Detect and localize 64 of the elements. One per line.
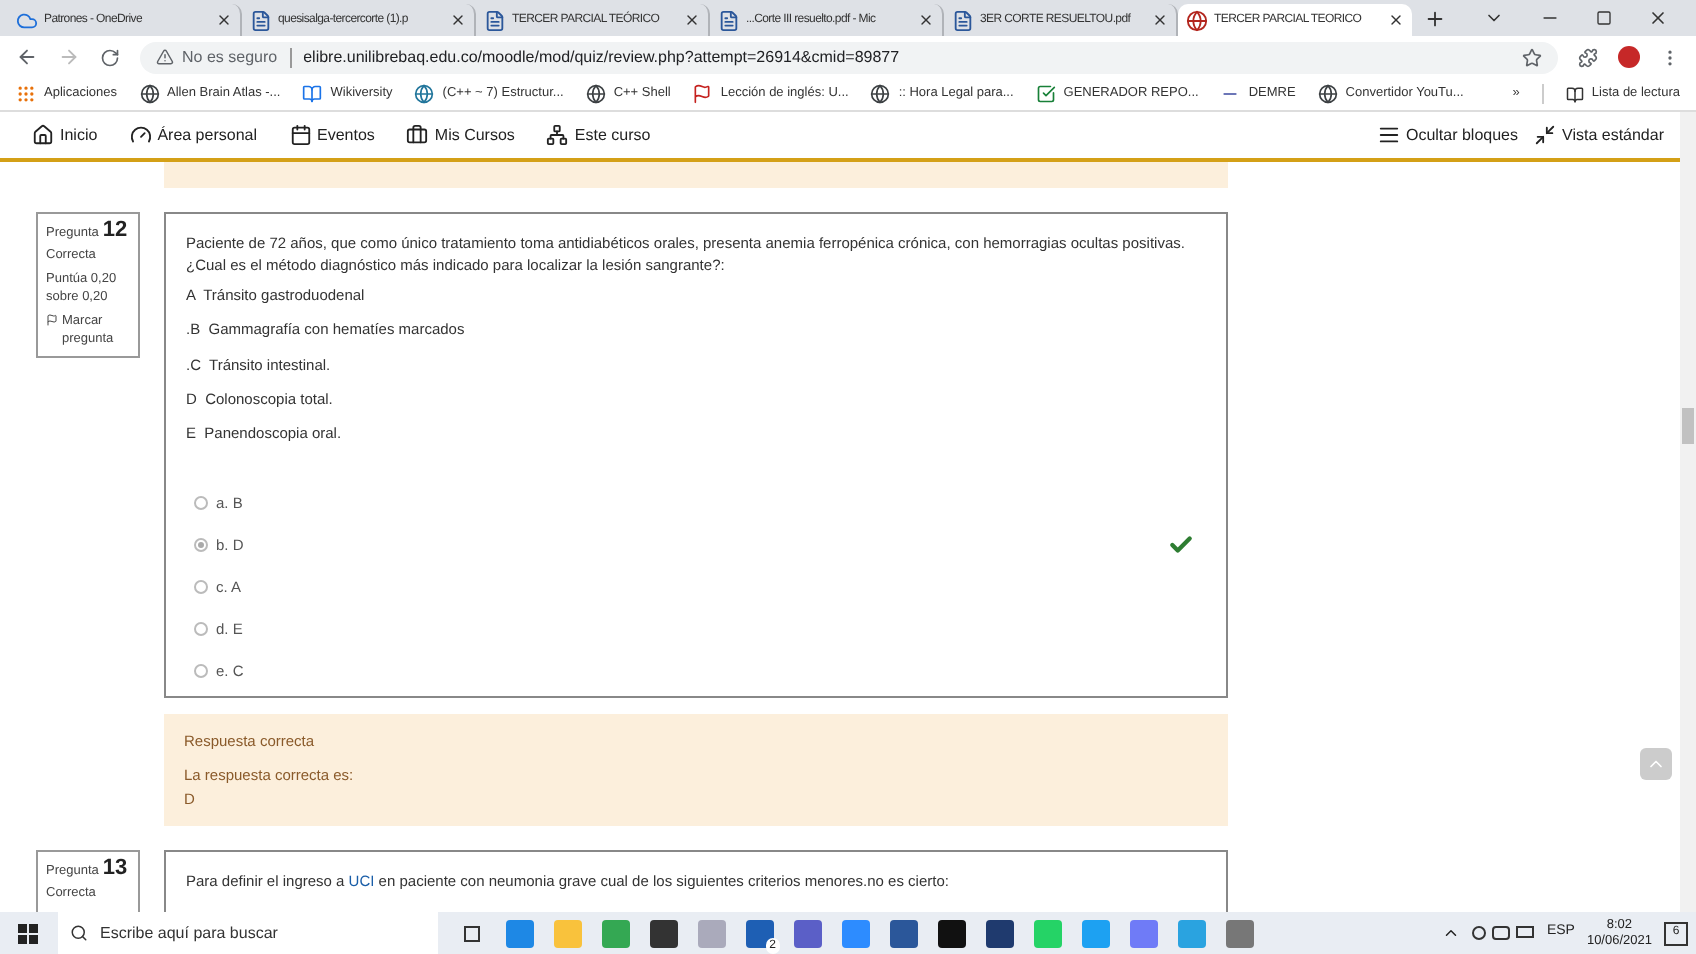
- close-icon[interactable]: [1152, 12, 1168, 28]
- tray-icons[interactable]: [1472, 926, 1535, 940]
- document-icon: [250, 9, 272, 31]
- radio-button[interactable]: [194, 495, 208, 510]
- url-text: elibre.unilibrebaq.edu.co/moodle/mod/quiz/review.php?attempt=26914&cmid=89877: [303, 45, 900, 69]
- maximize-icon[interactable]: [1596, 10, 1612, 26]
- list-icon: [1377, 124, 1400, 146]
- globe-icon: [870, 84, 891, 104]
- close-icon[interactable]: [216, 12, 232, 28]
- home-icon: [32, 124, 54, 146]
- flag-icon: [46, 314, 58, 326]
- close-window-icon[interactable]: [1648, 8, 1668, 28]
- globe-icon: [585, 84, 606, 104]
- app-icon[interactable]: [1226, 919, 1254, 947]
- briefcase-icon: [406, 124, 429, 146]
- gauge-icon: [129, 124, 152, 146]
- document-icon: [718, 9, 740, 31]
- warning-icon: [156, 48, 174, 66]
- globe-icon: [414, 84, 435, 104]
- close-icon[interactable]: [684, 12, 700, 28]
- globe-icon: [1317, 84, 1338, 104]
- radio-button[interactable]: [194, 579, 208, 594]
- book-icon: [1565, 85, 1584, 103]
- check-icon: [1035, 84, 1056, 104]
- shrink-icon: [1534, 124, 1556, 146]
- flag-icon: [692, 84, 713, 104]
- question-number: 13: [102, 859, 128, 877]
- globe-icon: [139, 84, 159, 104]
- nav-link[interactable]: Ocultar bloques: [1377, 123, 1518, 147]
- close-icon[interactable]: [1388, 12, 1404, 28]
- security-label: No es seguro: [182, 45, 278, 69]
- nav-link[interactable]: Área personal: [129, 123, 257, 147]
- windows-logo-icon[interactable]: [18, 923, 38, 943]
- scrollbar[interactable]: [1680, 112, 1696, 912]
- nav-link[interactable]: Vista estándar: [1534, 123, 1664, 147]
- avatar[interactable]: [1618, 46, 1640, 68]
- search-placeholder: Escribe aquí para buscar: [100, 921, 278, 945]
- radio-button[interactable]: [194, 663, 208, 678]
- grid-icon: [16, 84, 36, 104]
- sitemap-icon: [546, 124, 569, 146]
- search-icon: [70, 924, 88, 942]
- radio-button[interactable]: [194, 621, 208, 636]
- question-number: 12: [102, 222, 128, 240]
- nav-link[interactable]: Inicio: [32, 123, 98, 147]
- cloud-icon: [16, 9, 38, 31]
- chevron-up-icon[interactable]: [1442, 924, 1461, 942]
- reload-icon[interactable]: [100, 47, 120, 67]
- address-field[interactable]: No es seguro elibre.unilibrebaq.edu.co/moodle/mod/quiz/review.php?attempt=26914&cmid=89877: [140, 41, 1558, 73]
- book-icon: [302, 84, 323, 104]
- nav-link[interactable]: Mis Cursos: [406, 123, 515, 147]
- bookmark-star-icon[interactable]: [1522, 47, 1542, 67]
- nav-link[interactable]: Este curso: [546, 123, 651, 147]
- search-field[interactable]: Escribe aquí para buscar: [58, 912, 438, 954]
- close-icon[interactable]: [450, 12, 466, 28]
- back-icon[interactable]: [16, 46, 38, 68]
- document-icon: [952, 9, 974, 31]
- new-tab-icon[interactable]: [1424, 8, 1446, 30]
- extensions-icon[interactable]: [1578, 47, 1598, 67]
- calendar-icon: [289, 124, 311, 146]
- globe-icon: [1186, 9, 1208, 31]
- radio-button[interactable]: [194, 537, 208, 552]
- document-icon: [484, 9, 506, 31]
- close-icon[interactable]: [918, 12, 934, 28]
- nav-link[interactable]: Eventos: [289, 123, 375, 147]
